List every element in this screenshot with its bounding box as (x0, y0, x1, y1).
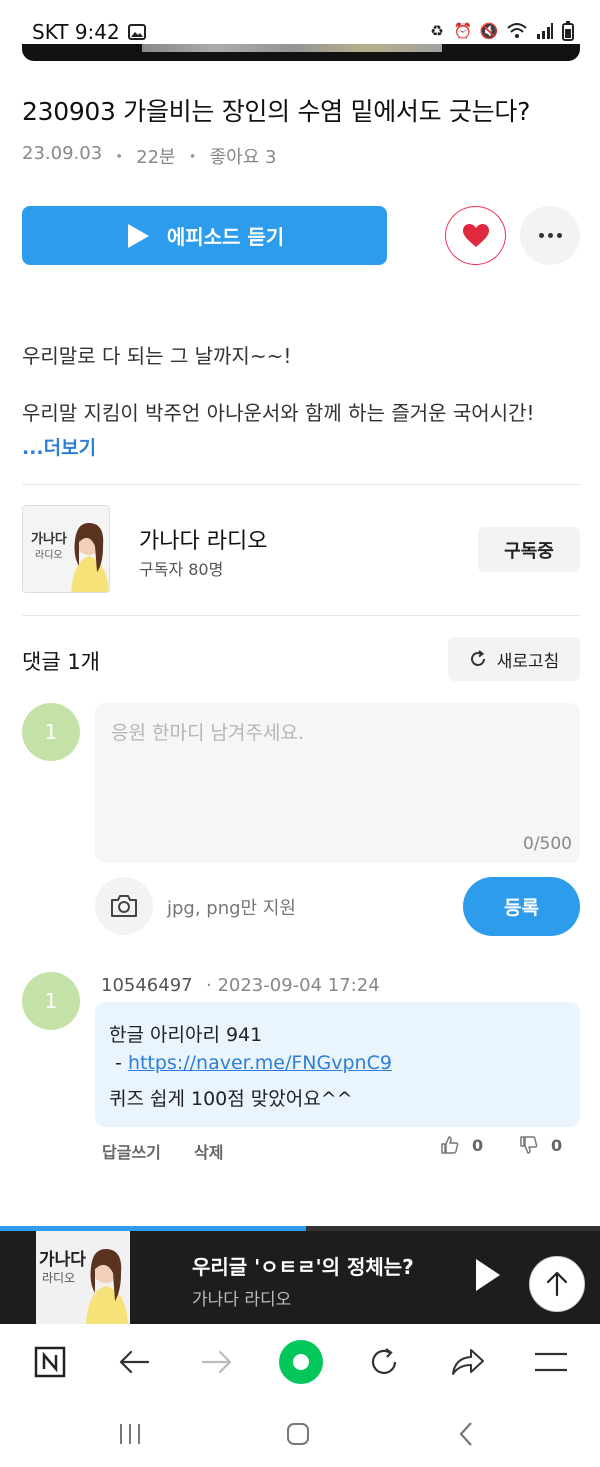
refresh-label: 새로고침 (496, 651, 560, 672)
back-arrow-icon (119, 1350, 150, 1374)
play-episode-label: 에피소드 듣기 (166, 225, 285, 249)
header-image-strip (22, 44, 580, 61)
play-icon (127, 223, 149, 248)
back-button[interactable] (110, 1338, 158, 1386)
description-line-1: 우리말로 다 되는 그 날까지~~! (22, 344, 292, 368)
comments-header: 댓글 1개 (22, 650, 100, 674)
description-line-2: 우리말 지킴이 박주언 아나운서와 함께 하는 즐거운 국어시간! (22, 401, 535, 425)
share-button[interactable] (444, 1338, 492, 1386)
comment-placeholder: 응원 한마디 남겨주세요. (111, 722, 304, 744)
share-icon (452, 1349, 484, 1375)
play-episode-button[interactable]: 에피소드 듣기 (22, 206, 387, 265)
channel-name[interactable]: 가나다 라디오 (139, 523, 267, 555)
mini-player[interactable]: 가나다 라디오 우리글 'ㅇㅌㄹ'의 정체는? 가나다 라디오 (0, 1231, 600, 1324)
char-counter: 0/500 (523, 834, 572, 854)
green-dot-icon (279, 1340, 323, 1384)
meta-separator: ・ (110, 147, 129, 168)
submit-comment-button[interactable]: 등록 (463, 877, 580, 936)
mute-icon: 🔇 (479, 22, 499, 40)
recent-apps-button[interactable] (110, 1416, 150, 1452)
comment-username: 10546497 (101, 975, 193, 996)
show-more-link[interactable]: ...더보기 (22, 433, 96, 460)
comment-line-3: 퀴즈 쉽게 100점 맞았어요^^ (109, 1088, 353, 1110)
upvote-button[interactable]: 0 (440, 1135, 483, 1155)
attach-photo-button[interactable] (95, 877, 153, 935)
carrier-time: SKT 9:42 (32, 20, 120, 44)
system-navigation (0, 1400, 600, 1467)
player-play-icon[interactable] (470, 1253, 504, 1297)
thumb-text-1: 가나다 (31, 532, 67, 547)
naver-home-icon (34, 1346, 66, 1378)
episode-likes: 좋아요 3 (209, 147, 277, 168)
comment-avatar: 1 (22, 972, 80, 1030)
scroll-to-top-button[interactable] (529, 1256, 585, 1312)
player-thumb-text-1: 가나다 (39, 1250, 86, 1270)
episode-title: 230903 가을비는 장인의 수염 밑에서도 긋는다? (22, 97, 531, 126)
upvote-count: 0 (472, 1135, 484, 1155)
refresh-icon (470, 650, 485, 666)
reload-icon (371, 1348, 397, 1374)
player-channel: 가나다 라디오 (192, 1290, 292, 1310)
status-left: SKT 9:42 (32, 20, 146, 44)
subscribe-button[interactable]: 구독중 (478, 527, 580, 572)
reply-button[interactable]: 답글쓰기 (102, 1139, 161, 1163)
episode-meta: 23.09.03 ・ 22분 ・ 좋아요 3 (22, 143, 276, 169)
thumbs-down-icon (520, 1136, 538, 1154)
thumb-text-2: 라디오 (35, 550, 63, 561)
green-dot-button[interactable] (277, 1338, 325, 1386)
player-thumbnail[interactable]: 가나다 라디오 (36, 1231, 130, 1324)
heart-icon (462, 223, 489, 247)
recycle-icon: ♻ (430, 22, 444, 40)
player-title: 우리글 'ㅇㅌㄹ'의 정체는? (192, 1255, 414, 1279)
battery-icon (562, 21, 574, 41)
alarm-icon: ⏰ (453, 22, 473, 40)
comment-link-prefix: - (109, 1052, 128, 1074)
player-thumb-text-2: 라디오 (42, 1271, 76, 1285)
home-button[interactable] (278, 1416, 318, 1452)
comment-input[interactable]: 응원 한마디 남겨주세요. 0/500 (95, 703, 580, 863)
forward-arrow-icon (201, 1350, 232, 1374)
downvote-count: 0 (551, 1135, 563, 1155)
gallery-icon (127, 24, 146, 40)
more-dots-icon (538, 233, 544, 238)
episode-duration: 22분 (136, 147, 176, 168)
signal-icon (537, 23, 553, 39)
delete-button[interactable]: 삭제 (194, 1139, 223, 1163)
comment-date: · 2023-09-04 17:24 (206, 975, 380, 996)
comment-line-2: - https://naver.me/FNGvpnC9 (109, 1052, 392, 1074)
episode-date: 23.09.03 (22, 143, 103, 164)
divider (22, 615, 580, 616)
refresh-button[interactable]: 새로고침 (448, 637, 580, 681)
comment-line-1: 한글 아리아리 941 (109, 1024, 263, 1046)
system-back-button[interactable] (446, 1416, 486, 1452)
recent-apps-icon (120, 1424, 140, 1444)
comment-link[interactable]: https://naver.me/FNGvpnC9 (128, 1052, 392, 1074)
home-icon (287, 1423, 309, 1445)
my-avatar: 1 (22, 703, 80, 761)
more-options-button[interactable] (520, 206, 580, 265)
divider (22, 484, 580, 485)
reload-button[interactable] (360, 1338, 408, 1386)
forward-button[interactable] (193, 1338, 241, 1386)
comment-bubble: 한글 아리아리 941 - https://naver.me/FNGvpnC9 … (95, 1002, 580, 1127)
chevron-left-icon (459, 1422, 472, 1446)
naver-home-button[interactable] (26, 1338, 74, 1386)
downvote-button[interactable]: 0 (519, 1135, 562, 1155)
subscriber-count: 구독자 80명 (139, 560, 224, 579)
meta-separator: ・ (183, 147, 202, 168)
menu-icon (535, 1352, 567, 1372)
thumbs-up-icon (441, 1136, 459, 1154)
wifi-icon (507, 23, 527, 38)
camera-icon (111, 895, 137, 917)
channel-thumbnail[interactable]: 가나다 라디오 (22, 505, 110, 593)
menu-button[interactable] (527, 1338, 575, 1386)
like-button[interactable] (445, 206, 506, 265)
attach-hint: jpg, png만 지원 (167, 898, 296, 919)
arrow-up-icon (546, 1271, 568, 1297)
browser-toolbar (0, 1324, 600, 1400)
status-icons: ♻ ⏰ 🔇 (428, 20, 574, 42)
